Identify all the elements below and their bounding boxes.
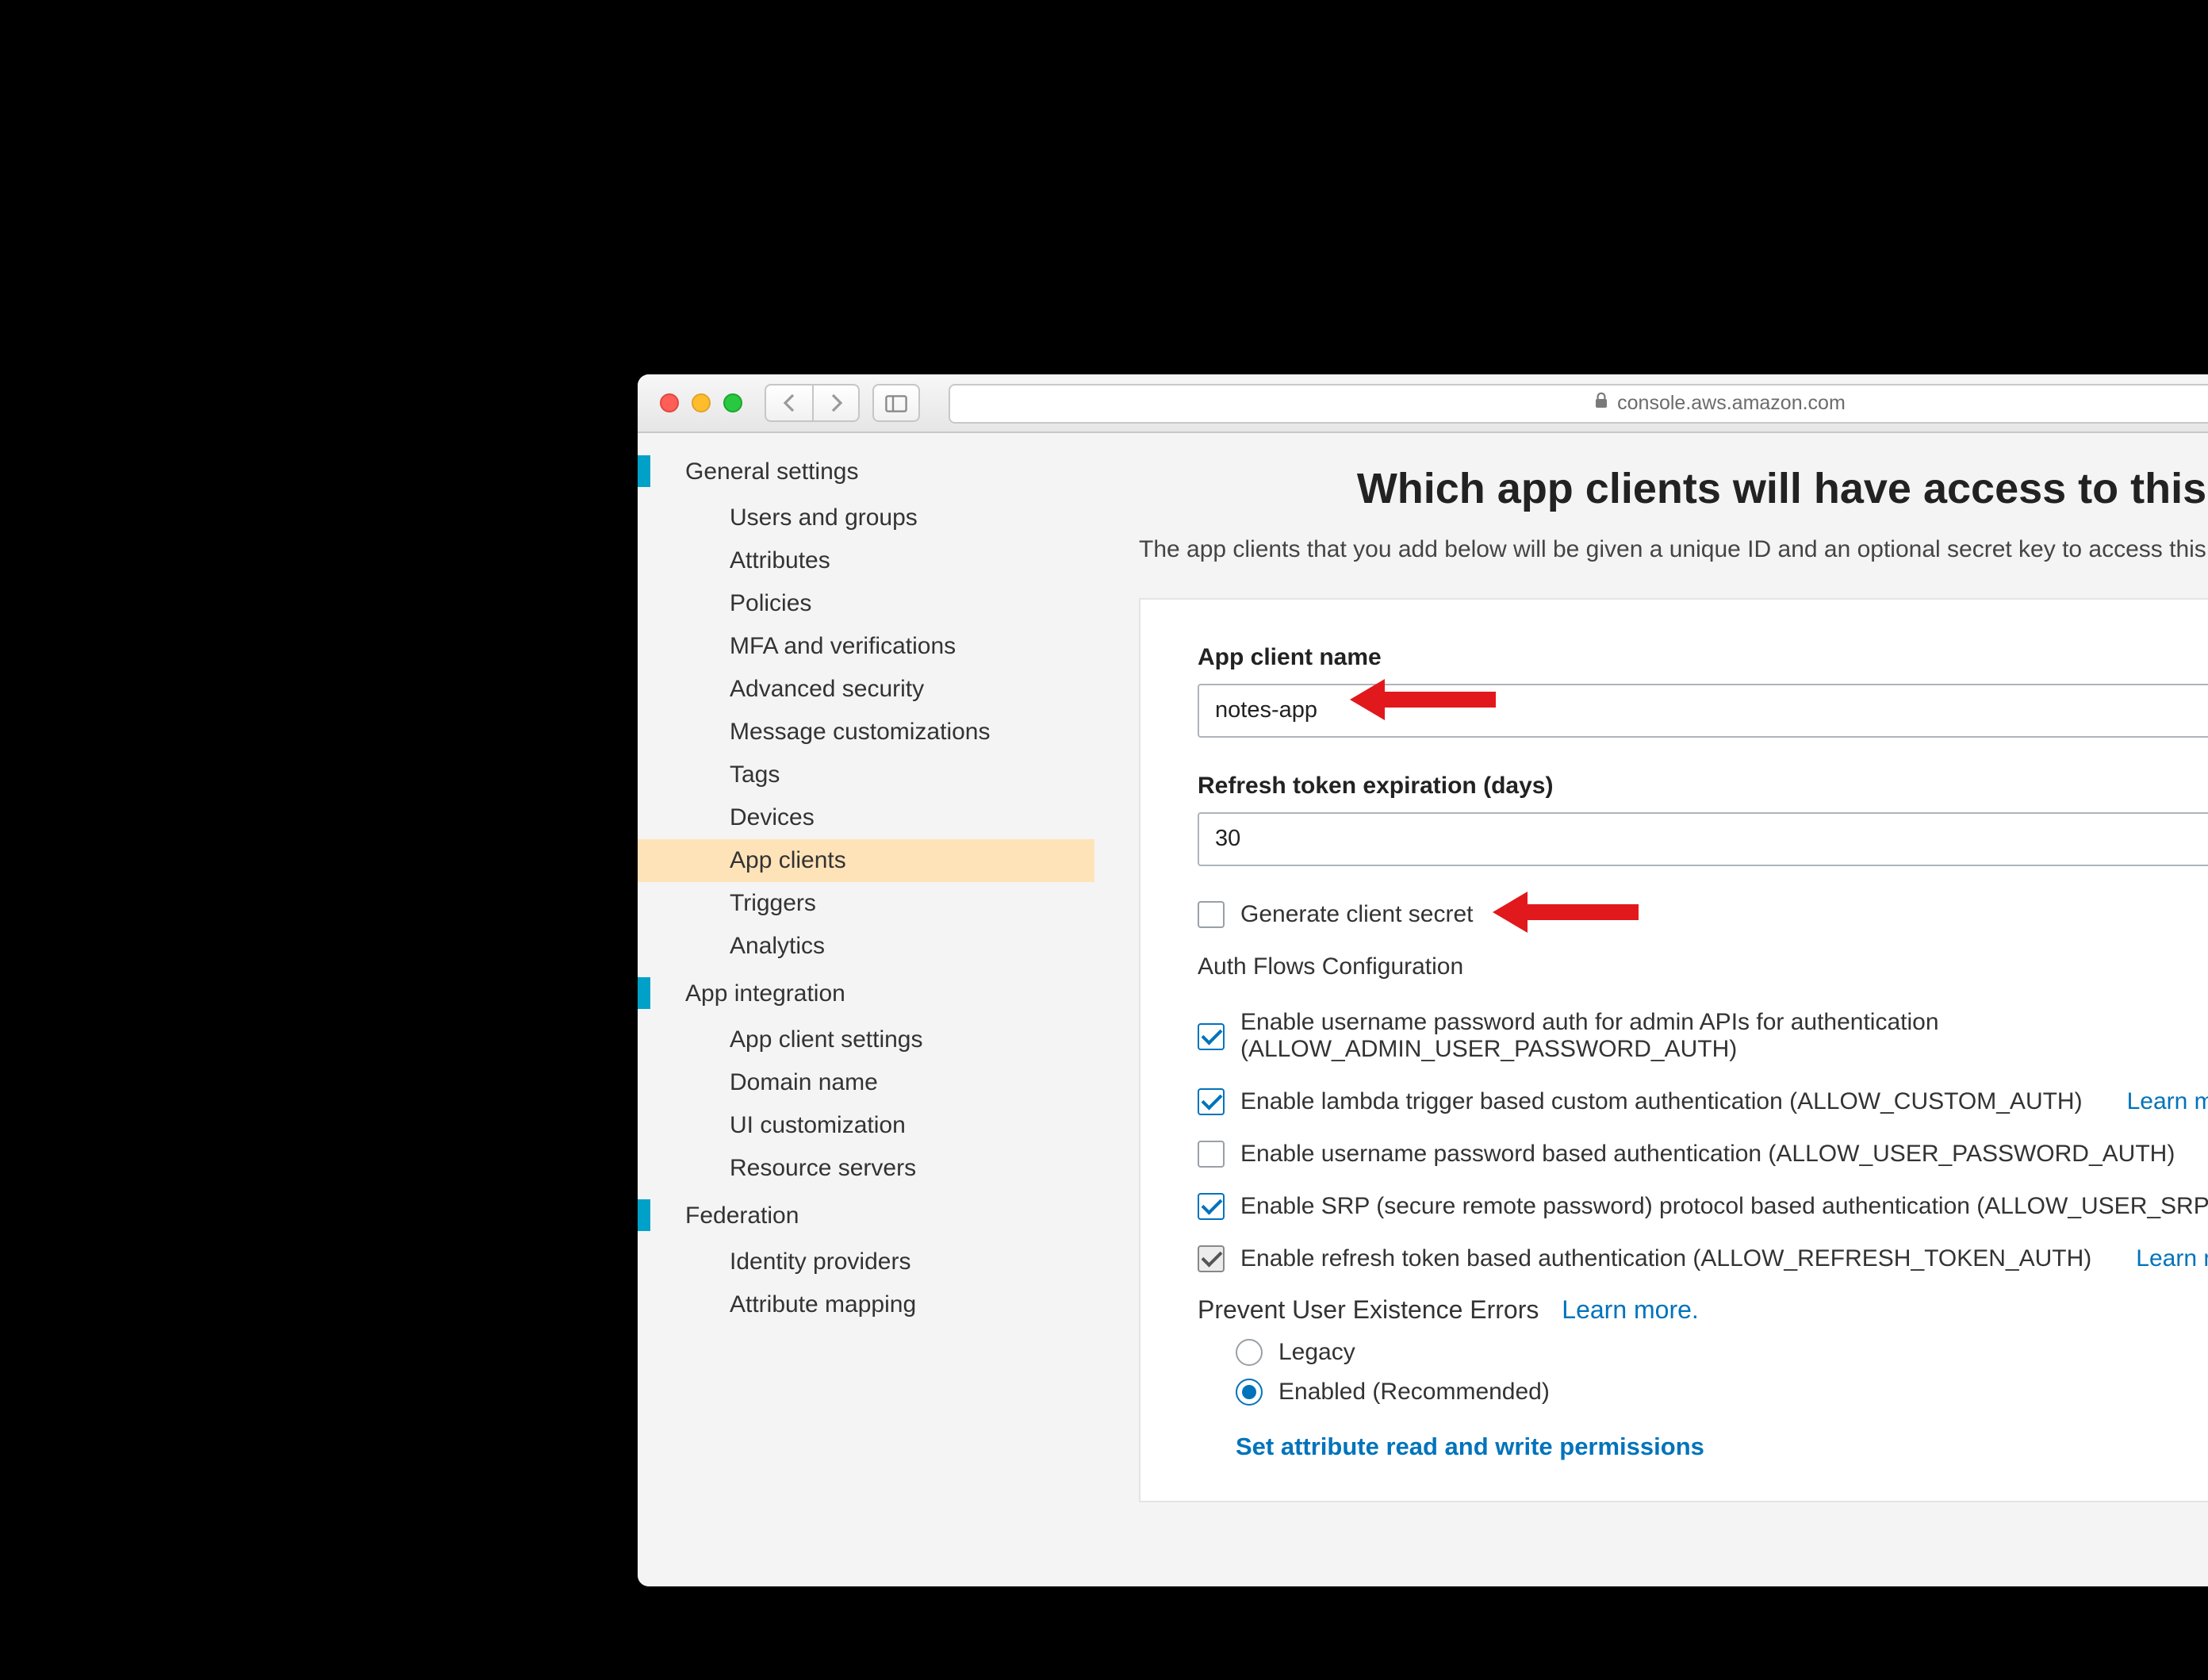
sidebar-item-analytics[interactable]: Analytics <box>638 925 1094 968</box>
auth-flow-row: Enable refresh token based authenticatio… <box>1198 1245 2208 1272</box>
sidebar-item-identity-providers[interactable]: Identity providers <box>638 1241 1094 1283</box>
browser-titlebar: console.aws.amazon.com <box>638 374 2208 433</box>
sidebar-item-ui-customization[interactable]: UI customization <box>638 1104 1094 1147</box>
auth-flow-row: Enable lambda trigger based custom authe… <box>1198 1088 2208 1115</box>
generate-secret-label: Generate client secret <box>1240 901 1474 928</box>
sidebar-item-app-clients[interactable]: App clients <box>638 839 1094 882</box>
sidebar-item-app-client-settings[interactable]: App client settings <box>638 1018 1094 1061</box>
sidebar-item-resource-servers[interactable]: Resource servers <box>638 1147 1094 1190</box>
prevent-errors-option[interactable]: Legacy <box>1236 1339 2208 1366</box>
page-title: Which app clients will have access to th… <box>1139 465 2208 514</box>
auth-flow-row: Enable username password based authentic… <box>1198 1141 2208 1168</box>
set-attribute-permissions-toggle[interactable]: Set attribute read and write permissions <box>1236 1434 2208 1463</box>
refresh-token-input[interactable] <box>1198 812 2208 866</box>
window-controls <box>650 393 752 412</box>
auth-flow-label: Enable lambda trigger based custom authe… <box>1240 1088 2083 1115</box>
sidebar-item-domain-name[interactable]: Domain name <box>638 1061 1094 1104</box>
url-host: console.aws.amazon.com <box>1617 392 1846 414</box>
sidebar-item-triggers[interactable]: Triggers <box>638 882 1094 925</box>
prevent-errors-label: Prevent User Existence Errors <box>1198 1298 1539 1325</box>
auth-flow-checkbox[interactable] <box>1198 1141 1225 1168</box>
sidebar-section-federation[interactable]: Federation <box>638 1193 1094 1237</box>
radio-label: Enabled (Recommended) <box>1278 1379 1550 1406</box>
sidebar-item-devices[interactable]: Devices <box>638 796 1094 839</box>
auth-flow-label: Enable username password based authentic… <box>1240 1141 2175 1168</box>
minimize-window-button[interactable] <box>692 393 711 412</box>
back-button[interactable] <box>765 384 812 422</box>
sidebar-item-attribute-mapping[interactable]: Attribute mapping <box>638 1283 1094 1326</box>
forward-button[interactable] <box>812 384 860 422</box>
sidebar-item-users-and-groups[interactable]: Users and groups <box>638 497 1094 539</box>
prevent-errors-option[interactable]: Enabled (Recommended) <box>1236 1379 2208 1406</box>
page-subtitle: The app clients that you add below will … <box>1139 536 2208 563</box>
sidebar-item-attributes[interactable]: Attributes <box>638 539 1094 582</box>
app-client-name-label: App client name <box>1198 644 2208 671</box>
sidebar-section-general-settings[interactable]: General settings <box>638 449 1094 493</box>
sidebar-item-policies[interactable]: Policies <box>638 582 1094 625</box>
auth-flow-checkbox <box>1198 1245 1225 1272</box>
main-content: Which app clients will have access to th… <box>1094 433 2208 1586</box>
sidebar-item-tags[interactable]: Tags <box>638 754 1094 796</box>
refresh-token-label: Refresh token expiration (days) <box>1198 773 2208 800</box>
close-window-button[interactable] <box>660 393 679 412</box>
lock-icon <box>1593 392 1608 414</box>
page: General settingsUsers and groupsAttribut… <box>638 433 2208 1586</box>
generate-secret-checkbox[interactable] <box>1198 901 1225 928</box>
app-client-name-input[interactable] <box>1198 684 2208 738</box>
radio-button[interactable] <box>1236 1379 1263 1406</box>
auth-flows-heading: Auth Flows Configuration <box>1198 953 2208 980</box>
auth-flow-label: Enable refresh token based authenticatio… <box>1240 1245 2091 1272</box>
address-bar[interactable]: console.aws.amazon.com <box>949 383 2208 423</box>
auth-flow-row: Enable SRP (secure remote password) prot… <box>1198 1193 2208 1220</box>
learn-more-link[interactable]: Learn more. <box>2136 1245 2208 1272</box>
zoom-window-button[interactable] <box>723 393 742 412</box>
radio-button[interactable] <box>1236 1339 1263 1366</box>
radio-label: Legacy <box>1278 1339 1355 1366</box>
learn-more-link[interactable]: Learn more. <box>1562 1298 1699 1325</box>
auth-flow-checkbox[interactable] <box>1198 1022 1225 1049</box>
sidebar-item-mfa-and-verifications[interactable]: MFA and verifications <box>638 625 1094 668</box>
app-client-card: App client name Refresh token expiration… <box>1139 598 2208 1502</box>
sidebar-item-advanced-security[interactable]: Advanced security <box>638 668 1094 711</box>
browser-window: console.aws.amazon.com <box>638 374 2208 1586</box>
auth-flow-row: Enable username password auth for admin … <box>1198 1009 2208 1063</box>
sidebar: General settingsUsers and groupsAttribut… <box>638 433 1094 1586</box>
sidebar-toggle-button[interactable] <box>872 384 920 422</box>
learn-more-link[interactable]: Learn more. <box>2127 1088 2208 1115</box>
nav-back-forward <box>765 384 860 422</box>
auth-flow-label: Enable SRP (secure remote password) prot… <box>1240 1193 2208 1220</box>
sidebar-item-message-customizations[interactable]: Message customizations <box>638 711 1094 754</box>
auth-flow-label: Enable username password auth for admin … <box>1240 1009 2208 1063</box>
auth-flow-checkbox[interactable] <box>1198 1193 1225 1220</box>
sidebar-section-app-integration[interactable]: App integration <box>638 971 1094 1015</box>
auth-flow-checkbox[interactable] <box>1198 1088 1225 1115</box>
